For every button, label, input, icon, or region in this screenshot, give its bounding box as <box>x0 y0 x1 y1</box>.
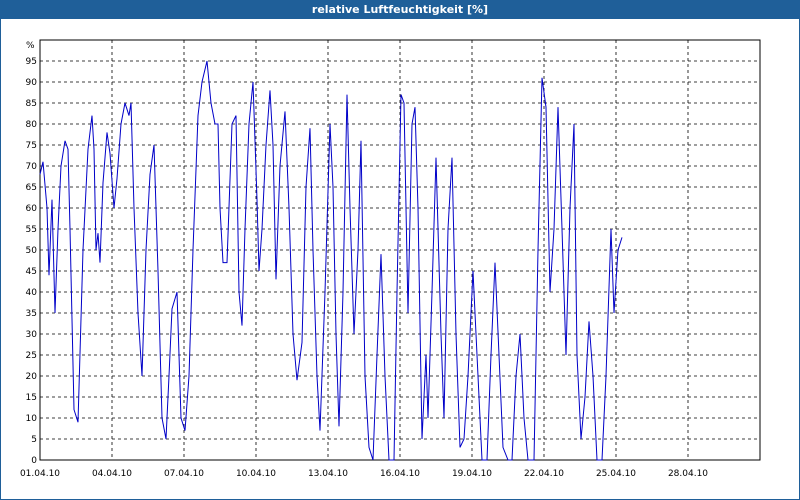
y-tick-label: 80 <box>26 120 38 130</box>
x-axis: 01.04.10 04.04.10 07.04.10 10.04.10 13.04.10… <box>20 469 708 479</box>
y-tick-label: 35 <box>26 309 37 319</box>
series-layer <box>39 60 623 461</box>
y-tick-label: 30 <box>26 330 38 340</box>
y-tick-label: 70 <box>26 162 38 172</box>
y-tick-label: 5 <box>31 435 37 445</box>
y-tick-label: 50 <box>26 246 38 256</box>
x-tick-label: 01.04.10 <box>20 469 60 479</box>
y-tick-label: 75 <box>26 141 37 151</box>
y-axis: 0 5 10 15 20 25 30 35 40 45 50 55 60 65 70 75 80 85 90 95 <box>26 57 38 466</box>
x-tick-label: 19.04.10 <box>452 469 492 479</box>
x-tick-label: 22.04.10 <box>524 469 564 479</box>
series-line <box>39 60 623 461</box>
y-tick-label: 85 <box>26 99 37 109</box>
y-tick-label: 0 <box>31 456 37 466</box>
x-tick-label: 13.04.10 <box>308 469 348 479</box>
y-tick-label: 60 <box>26 204 38 214</box>
chart-canvas: 0 5 10 15 20 25 30 35 40 45 50 55 60 65 70 75 80 85 90 95 0… <box>20 39 761 479</box>
y-tick-label: 20 <box>26 372 38 382</box>
y-tick-label: 10 <box>26 414 38 424</box>
y-tick-label: 45 <box>26 267 37 277</box>
y-tick-label: 65 <box>26 183 37 193</box>
x-tick-label: 25.04.10 <box>596 469 636 479</box>
y-tick-label: 15 <box>26 393 37 403</box>
x-tick-label: 04.04.10 <box>92 469 132 479</box>
y-tick-label: 25 <box>26 351 37 361</box>
x-tick-label: 10.04.10 <box>236 469 276 479</box>
y-tick-label: 90 <box>26 78 38 88</box>
x-tick-label: 16.04.10 <box>380 469 420 479</box>
y-axis-label: % <box>26 41 35 51</box>
y-tick-label: 55 <box>26 225 37 235</box>
x-tick-label: 07.04.10 <box>164 469 204 479</box>
y-tick-label: 95 <box>26 57 37 67</box>
y-tick-label: 40 <box>26 288 38 298</box>
grid <box>40 40 760 460</box>
x-tick-label: 28.04.10 <box>668 469 708 479</box>
